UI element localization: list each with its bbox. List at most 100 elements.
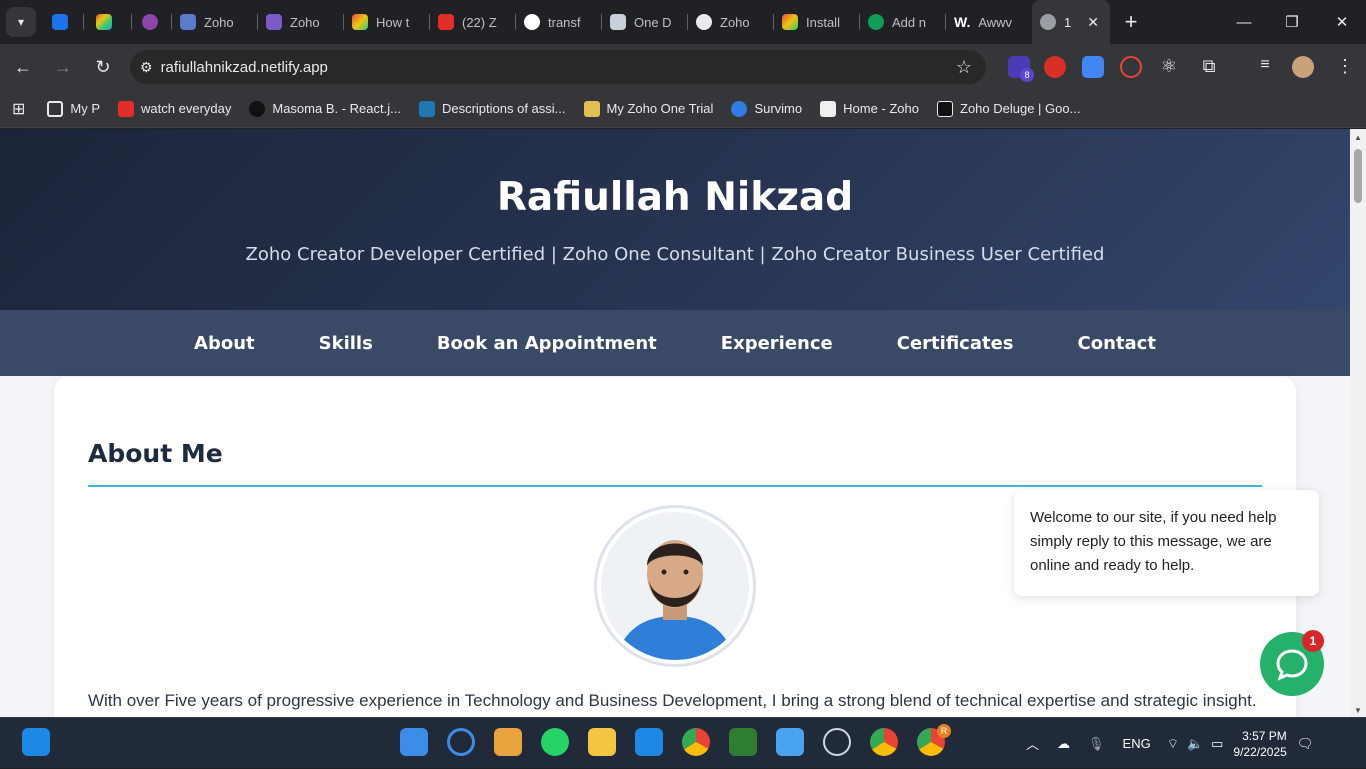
bookmark-item[interactable]: My Zoho One Trial — [583, 100, 713, 117]
tab-4[interactable]: Zoho — [172, 0, 258, 44]
tab-favicon-icon — [142, 14, 158, 30]
system-tray: ︿ ☁ 🎙 ENG ⌔ 🔈 ▭ 3:57 PM 9/22/2025 🗨 — [1026, 718, 1313, 769]
react-devtools-icon[interactable]: ⚛ — [1158, 56, 1180, 78]
clock[interactable]: 3:57 PM 9/22/2025 — [1233, 728, 1286, 760]
wifi-icon[interactable]: ⌔ — [1167, 736, 1179, 752]
extensions-puzzle-icon[interactable]: ⧉ — [1198, 56, 1220, 78]
chat-welcome-message[interactable]: Welcome to our site, if you need help si… — [1014, 490, 1319, 596]
nav-contact[interactable]: Contact — [1078, 333, 1156, 354]
chevron-up-icon[interactable]: ︿ — [1026, 734, 1039, 753]
media-controls-icon[interactable]: ≡ — [1254, 56, 1276, 78]
close-tab-icon[interactable]: ✕ — [1087, 14, 1099, 31]
page-scrollbar[interactable]: ▲ ▼ — [1350, 129, 1366, 717]
back-button[interactable]: ← — [6, 50, 40, 84]
search-icon[interactable] — [447, 728, 475, 756]
maximize-button[interactable]: ❐ — [1268, 0, 1316, 44]
upwork-icon — [249, 100, 266, 117]
bookmark-folder[interactable]: My P — [47, 100, 100, 117]
nav-book-appointment[interactable]: Book an Appointment — [437, 333, 657, 354]
nav-certificates[interactable]: Certificates — [897, 333, 1014, 354]
section-divider — [88, 485, 1262, 487]
start-menu-icon[interactable] — [400, 728, 428, 756]
tab-favicon-icon — [96, 14, 112, 30]
google-icon — [524, 14, 540, 30]
tab-favicon-icon — [352, 14, 368, 30]
vscode-icon[interactable] — [635, 728, 663, 756]
tab-1[interactable] — [36, 0, 84, 44]
chrome-active-icon[interactable] — [870, 728, 898, 756]
globe-icon — [1040, 14, 1056, 30]
page-tagline: Zoho Creator Developer Certified | Zoho … — [245, 244, 1105, 265]
tab-favicon-icon — [868, 14, 884, 30]
address-bar[interactable]: ⚙ rafiullahnikzad.netlify.app ☆ — [130, 50, 986, 84]
tab-9[interactable]: One D — [602, 0, 688, 44]
site-info-icon[interactable]: ⚙ — [140, 59, 153, 76]
forward-button[interactable]: → — [46, 50, 80, 84]
widgets-icon[interactable] — [22, 728, 50, 756]
tab-8[interactable]: transf — [516, 0, 602, 44]
nav-experience[interactable]: Experience — [721, 333, 833, 354]
profile-photo — [597, 508, 753, 664]
tab-13[interactable]: W. Awwv — [946, 0, 1032, 44]
extension-icon[interactable]: 8 — [1008, 56, 1034, 82]
extension-icon[interactable] — [1120, 56, 1142, 78]
chevron-down-icon: ▾ — [17, 15, 25, 29]
notifications-icon[interactable]: 🗨 — [1297, 736, 1314, 752]
volume-icon[interactable]: 🔈 — [1187, 736, 1203, 752]
minimize-button[interactable]: — — [1220, 0, 1268, 44]
extension-icon[interactable] — [1044, 56, 1066, 78]
file-explorer-icon[interactable] — [588, 728, 616, 756]
bookmark-favicon-icon — [820, 100, 837, 117]
tab-active[interactable]: 1 ✕ — [1032, 0, 1110, 44]
scrollbar-thumb[interactable] — [1354, 149, 1362, 203]
tab-11[interactable]: Install — [774, 0, 860, 44]
tab-3[interactable] — [132, 0, 172, 44]
bookmark-item[interactable]: Survimo — [731, 100, 802, 117]
profile-avatar[interactable] — [1292, 56, 1314, 78]
url-text: rafiullahnikzad.netlify.app — [160, 58, 328, 76]
scroll-down-icon[interactable]: ▼ — [1354, 706, 1362, 715]
close-window-button[interactable]: ✕ — [1318, 0, 1366, 44]
chrome-icon[interactable] — [682, 728, 710, 756]
tab-search-button[interactable]: ▾ — [6, 7, 36, 37]
tab-12[interactable]: Add n — [860, 0, 946, 44]
nav-about[interactable]: About — [194, 333, 255, 354]
bookmark-favicon-icon — [731, 100, 748, 117]
bookmark-star-icon[interactable]: ☆ — [956, 57, 972, 78]
language-indicator[interactable]: ENG — [1123, 736, 1151, 751]
google-translate-icon[interactable] — [1082, 56, 1104, 78]
tab-2[interactable] — [84, 0, 132, 44]
scroll-up-icon[interactable]: ▲ — [1354, 133, 1362, 142]
tab-5[interactable]: Zoho — [258, 0, 344, 44]
bookmark-item[interactable]: Descriptions of assi... — [418, 100, 566, 117]
tab-7[interactable]: (22) Z — [430, 0, 516, 44]
battery-icon[interactable]: ▭ — [1211, 736, 1223, 752]
bookmark-item[interactable]: watch everyday — [118, 100, 231, 117]
hero-header: Rafiullah Nikzad Zoho Creator Developer … — [0, 129, 1350, 310]
bookmark-item[interactable]: Zoho Deluge | Goo... — [937, 100, 1080, 117]
whatsapp-icon[interactable] — [541, 728, 569, 756]
microphone-icon[interactable]: 🎙 — [1088, 736, 1105, 752]
menu-kebab-icon[interactable]: ⋮ — [1334, 56, 1356, 78]
obs-icon[interactable] — [823, 728, 851, 756]
chrome-profile-icon[interactable]: R — [917, 724, 951, 756]
youtube-icon — [438, 14, 454, 30]
tab-6[interactable]: How t — [344, 0, 430, 44]
bookmark-item[interactable]: Masoma B. - React.j... — [249, 100, 401, 117]
browser-toolbar: ← → ↻ ⚙ rafiullahnikzad.netlify.app ☆ 8 … — [0, 44, 1366, 90]
tab-favicon-icon — [180, 14, 196, 30]
task-view-icon[interactable] — [494, 728, 522, 756]
windows-taskbar: R ︿ ☁ 🎙 ENG ⌔ 🔈 ▭ 3:57 PM 9/22/2025 🗨 — [0, 717, 1366, 768]
new-tab-button[interactable]: + — [1116, 7, 1146, 37]
nav-skills[interactable]: Skills — [319, 333, 373, 354]
money-app-icon[interactable] — [729, 728, 757, 756]
reload-button[interactable]: ↻ — [86, 50, 120, 84]
bookmark-item[interactable]: Home - Zoho — [820, 100, 919, 117]
notepad-icon[interactable] — [776, 728, 804, 756]
apps-grid-icon[interactable]: ⊞ — [12, 99, 25, 119]
awwwards-icon: W. — [954, 14, 971, 30]
onedrive-icon[interactable]: ☁ — [1057, 736, 1070, 752]
youtube-icon — [118, 100, 135, 117]
tab-10[interactable]: Zoho — [688, 0, 774, 44]
section-title: About Me — [88, 439, 223, 468]
